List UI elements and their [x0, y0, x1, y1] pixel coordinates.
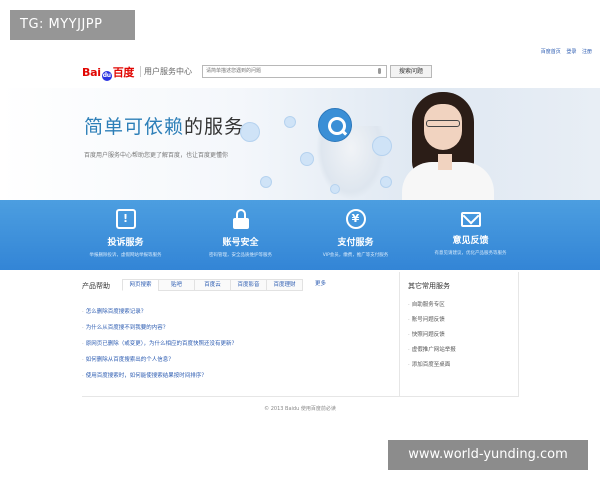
- service-label: 意见反馈: [452, 236, 489, 246]
- mail-icon: [460, 212, 481, 227]
- service-complaint[interactable]: 投诉服务 举报删除投诉，虚假网站举报等服务: [68, 200, 183, 270]
- other-service-item[interactable]: 账号问题反馈: [408, 313, 456, 328]
- top-link-home[interactable]: 百度首页: [541, 49, 561, 55]
- logo-subtitle: 用户服务中心: [140, 66, 192, 77]
- faq-item[interactable]: 使用百度搜索时，如何能使搜索结果按时间排序？: [82, 368, 382, 384]
- phone-bubble-icon: [240, 122, 260, 142]
- watermark-top: TG: MYYJJPP: [10, 10, 135, 40]
- logo-text-bai: Bai: [82, 66, 101, 79]
- customer-service-photo: [402, 92, 494, 200]
- tab-more[interactable]: 更多: [302, 279, 339, 291]
- product-help-title: 产品帮助: [82, 282, 110, 290]
- service-label: 支付服务: [337, 238, 374, 248]
- monitor-bubble-icon: [372, 136, 392, 156]
- faq-item[interactable]: 怎么删除百度搜索记录？: [82, 304, 382, 320]
- header: Bai du 百度 用户服务中心 请简单描述您遇到的问题 搜索问题: [82, 62, 522, 82]
- logo-text-baidu: 百度: [112, 66, 135, 79]
- top-link-login[interactable]: 登录: [566, 49, 576, 55]
- hero-title-rest: 的服务: [184, 116, 245, 138]
- user-bubble-icon: [380, 176, 392, 188]
- other-service-item[interactable]: 添加百度至桌面: [408, 358, 456, 373]
- service-label: 账号安全: [222, 238, 259, 248]
- service-account-security[interactable]: 账号安全 密码管理，安全品质维护等服务: [183, 200, 298, 270]
- tab-baidu-video[interactable]: 百度影音: [230, 279, 267, 291]
- microphone-icon[interactable]: [378, 68, 381, 74]
- faq-item[interactable]: 如何删除从百度搜索出的个人信息？: [82, 352, 382, 368]
- help-content: 产品帮助 网页搜索 贴吧 百度云 百度影音 百度理财 更多 怎么删除百度搜索记录…: [82, 272, 519, 397]
- paw-icon: du: [101, 71, 112, 81]
- baidu-logo[interactable]: Bai du 百度: [82, 64, 134, 81]
- warning-icon: [115, 209, 136, 229]
- top-link-register[interactable]: 注册: [582, 49, 592, 55]
- faq-list: 怎么删除百度搜索记录？ 为什么从百度搜不到我要的内容？ 原网页已删除（或变更），…: [82, 304, 382, 384]
- hero-title: 简单可依赖的服务: [84, 112, 244, 139]
- service-feedback[interactable]: 意见反馈 有意见请建议，优化产品服务等服务: [413, 200, 528, 270]
- other-service-item[interactable]: 虚假推广网站举报: [408, 343, 456, 358]
- search-input[interactable]: 请简单描述您遇到的问题: [202, 65, 387, 78]
- other-service-item[interactable]: 自助服务专区: [408, 298, 456, 313]
- hero-description: 百度用户服务中心帮助您更了解百度，也让百度更懂你: [84, 152, 229, 159]
- tab-baidu-finance[interactable]: 百度理财: [266, 279, 303, 291]
- top-links: 百度首页 登录 注册: [537, 48, 592, 55]
- hero-title-highlight: 简单可依赖: [84, 116, 185, 138]
- other-services-panel: 其它常用服务 自助服务专区 账号问题反馈 快照问题反馈 虚假推广网站举报 添加百…: [399, 272, 519, 397]
- cloud-bubble-icon: [260, 176, 272, 188]
- service-desc: 举报删除投诉，虚假网站举报等服务: [89, 253, 162, 258]
- service-banner: 投诉服务 举报删除投诉，虚假网站举报等服务 账号安全 密码管理，安全品质维护等服…: [0, 200, 600, 270]
- product-tabs: 网页搜索 贴吧 百度云 百度影音 百度理财 更多: [122, 279, 338, 291]
- faq-item[interactable]: 原网页已删除（或变更），为什么相应的百度快照还没有更新？: [82, 336, 382, 352]
- tab-web-search[interactable]: 网页搜索: [122, 279, 159, 291]
- service-desc: 密码管理，安全品质维护等服务: [209, 253, 272, 258]
- chat-bubble-icon: [300, 152, 314, 166]
- other-service-item[interactable]: 快照问题反馈: [408, 328, 456, 343]
- service-desc: VIP会员，缴费，推广等支付服务: [322, 253, 389, 258]
- service-label: 投诉服务: [107, 238, 144, 248]
- other-services-list: 自助服务专区 账号问题反馈 快照问题反馈 虚假推广网站举报 添加百度至桌面: [408, 298, 456, 373]
- search-bubble-icon: [318, 108, 352, 142]
- service-payment[interactable]: ¥ 支付服务 VIP会员，缴费，推广等支付服务: [298, 200, 413, 270]
- tab-baidu-cloud[interactable]: 百度云: [194, 279, 231, 291]
- location-bubble-icon: [330, 184, 340, 194]
- footer-copyright: © 2013 Baidu 使用百度前必读: [264, 406, 336, 412]
- other-services-title: 其它常用服务: [408, 282, 450, 290]
- lock-icon: [231, 209, 251, 229]
- email-bubble-icon: [284, 116, 296, 128]
- tab-tieba[interactable]: 贴吧: [158, 279, 195, 291]
- hero-banner: 简单可依赖的服务 百度用户服务中心帮助您更了解百度，也让百度更懂你: [0, 88, 600, 200]
- watermark-bottom: www.world-yunding.com: [388, 440, 588, 470]
- service-desc: 有意见请建议，优化产品服务等服务: [434, 251, 507, 256]
- yen-icon: ¥: [345, 209, 366, 229]
- search-button[interactable]: 搜索问题: [390, 65, 432, 78]
- faq-item[interactable]: 为什么从百度搜不到我要的内容？: [82, 320, 382, 336]
